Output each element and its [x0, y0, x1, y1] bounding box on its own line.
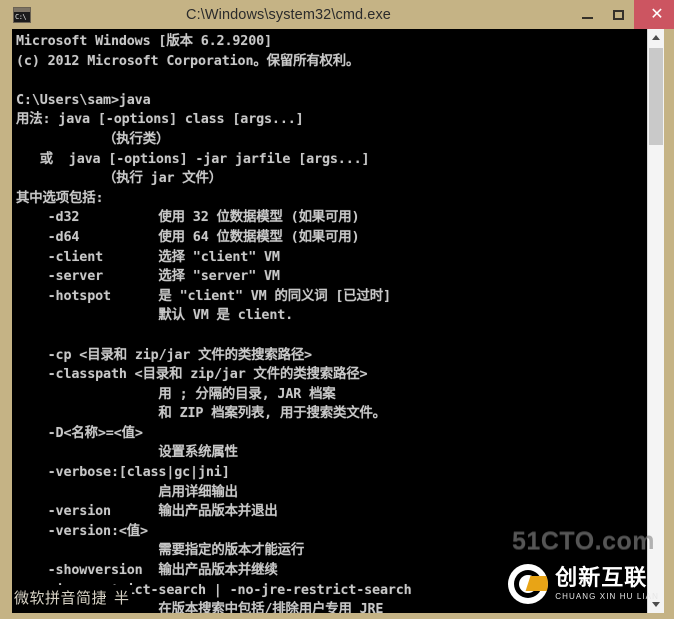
- console-line: (c) 2012 Microsoft Corporation。保留所有权利。: [16, 53, 360, 69]
- ime-mode-label: 半: [114, 588, 130, 607]
- maximize-button[interactable]: [603, 0, 634, 29]
- console-line: -d32 使用 32 位数据模型 (如果可用): [16, 210, 360, 226]
- brand-name-cn: 创新互联: [555, 565, 648, 591]
- cmd-console-icon[interactable]: C:\: [13, 6, 31, 23]
- console-line: -verbose:[class|gc|jni]: [16, 465, 230, 481]
- console-line: -cp <目录和 zip/jar 文件的类搜索路径>: [16, 347, 312, 363]
- chevron-up-icon: [652, 35, 660, 40]
- title-bar[interactable]: C:\ C:\Windows\system32\cmd.exe ✕: [6, 0, 674, 29]
- console-line: Microsoft Windows [版本 6.2.9200]: [16, 34, 272, 49]
- brand-name-en: CHUANG XIN HU LIAN: [555, 591, 659, 601]
- minimize-button[interactable]: [572, 0, 603, 29]
- ime-name-label: 微软拼音简捷: [14, 588, 108, 607]
- console-line: C:\Users\sam>java: [16, 92, 151, 108]
- console-line: 用法: java [-options] class [args...]: [16, 112, 304, 128]
- ime-status-indicator[interactable]: 微软拼音简捷 半: [12, 585, 132, 609]
- console-text: Microsoft Windows [版本 6.2.9200] (c) 2012 …: [16, 32, 656, 613]
- console-output-area[interactable]: Microsoft Windows [版本 6.2.9200] (c) 2012 …: [12, 29, 663, 613]
- console-line: （执行 jar 文件）: [16, 171, 223, 187]
- console-line: -classpath <目录和 zip/jar 文件的类搜索路径>: [16, 367, 368, 383]
- console-line: 启用详细输出: [16, 484, 238, 500]
- icon-prompt-label: C:\: [14, 11, 30, 22]
- brand-mark-accent: [525, 576, 549, 591]
- console-line: 或 java [-options] -jar jarfile [args...]: [16, 151, 370, 167]
- cmd-window: C:\ C:\Windows\system32\cmd.exe ✕ Micros…: [0, 0, 674, 619]
- console-line: -client 选择 "client" VM: [16, 249, 280, 265]
- console-line: （执行类）: [16, 131, 170, 147]
- window-title: C:\Windows\system32\cmd.exe: [186, 6, 391, 23]
- console-line: 默认 VM 是 client.: [16, 308, 294, 324]
- brand-text: 创新互联 CHUANG XIN HU LIAN: [555, 565, 659, 602]
- console-line: 用 ; 分隔的目录, JAR 档案: [16, 386, 336, 402]
- maximize-icon: [613, 9, 624, 20]
- console-line: 设置系统属性: [16, 445, 238, 461]
- console-line: -D<名称>=<值>: [16, 425, 143, 441]
- watermark-site: 51CTO.com: [512, 527, 655, 555]
- minimize-icon: [582, 17, 593, 19]
- console-line: -version 输出产品版本并退出: [16, 504, 278, 520]
- brand-mark-icon: [508, 564, 549, 604]
- console-line: -server 选择 "server" VM: [16, 269, 280, 285]
- scrollbar-thumb[interactable]: [649, 48, 663, 145]
- console-line: -d64 使用 64 位数据模型 (如果可用): [16, 229, 360, 245]
- scroll-up-button[interactable]: [648, 29, 664, 46]
- console-scrollbar[interactable]: [647, 29, 664, 613]
- close-icon: ✕: [650, 5, 664, 23]
- watermark-brand-logo: 创新互联 CHUANG XIN HU LIAN: [508, 561, 659, 607]
- console-line: -hotspot 是 "client" VM 的同义词 [已过时]: [16, 288, 391, 304]
- window-controls: ✕: [572, 0, 674, 29]
- close-button[interactable]: ✕: [634, 0, 674, 29]
- console-line: 和 ZIP 档案列表, 用于搜索类文件。: [16, 406, 386, 422]
- console-line: 其中选项包括:: [16, 190, 104, 206]
